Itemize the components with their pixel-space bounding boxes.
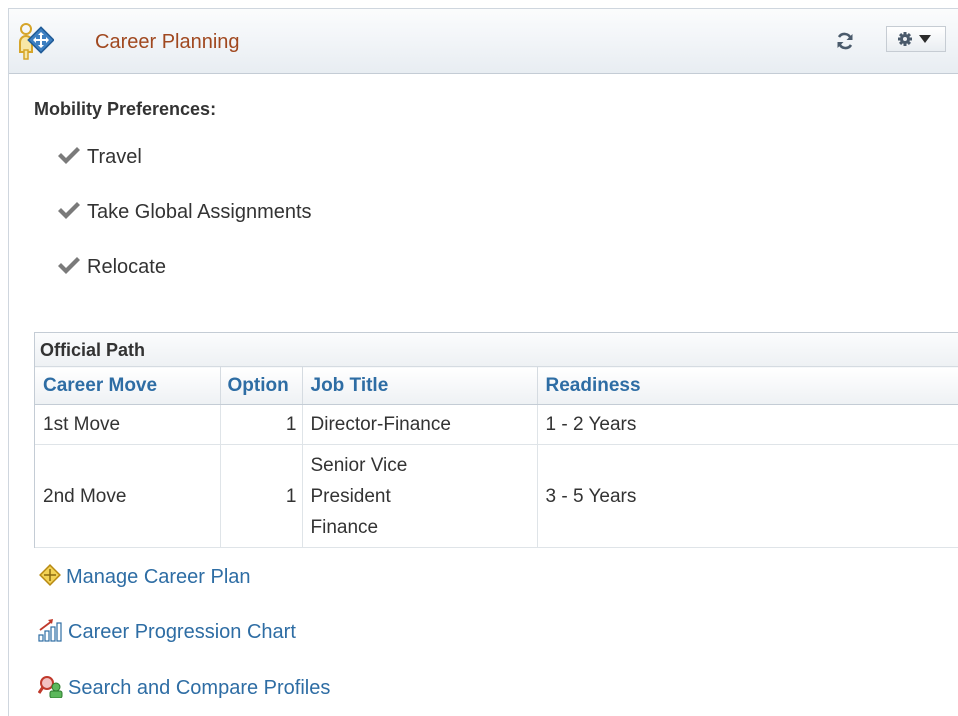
search-compare-profiles-link[interactable]: Search and Compare Profiles — [38, 674, 330, 700]
mobility-item-global-assignments: Take Global Assignments — [57, 201, 312, 224]
career-progression-chart-link[interactable]: Career Progression Chart — [38, 618, 296, 644]
official-path-grid: Official Path Career Move Option Job Tit… — [34, 332, 958, 548]
job-title-cell: Senior Vice President Finance — [302, 444, 538, 548]
compare-profiles-icon — [38, 676, 63, 698]
readiness-cell: 1 - 2 Years — [537, 404, 958, 445]
checkmark-icon — [58, 147, 80, 164]
career-move-cell: 1st Move — [35, 404, 221, 445]
table-row: 1st Move 1 Director-Finance 1 - 2 Years — [35, 404, 958, 445]
column-header-job-title[interactable]: Job Title — [302, 366, 538, 405]
option-cell: 1 — [220, 444, 303, 548]
job-title-line: Senior Vice — [310, 454, 408, 476]
checkmark-icon — [58, 257, 80, 274]
pagelet-header: Career Planning — [9, 9, 958, 74]
settings-menu-button[interactable] — [886, 26, 946, 52]
refresh-icon[interactable] — [835, 31, 855, 51]
mobility-item-travel: Travel — [57, 146, 142, 169]
career-move-cell: 2nd Move — [35, 444, 221, 548]
table-row: 2nd Move 1 Senior Vice President Finance… — [35, 444, 958, 548]
career-planning-pagelet: Career Planning Mobility Preferences: Tr… — [8, 8, 958, 716]
chevron-down-icon — [919, 35, 931, 43]
option-cell: 1 — [220, 404, 303, 445]
mobility-preferences-label: Mobility Preferences: — [34, 99, 217, 119]
manage-career-plan-link[interactable]: Manage Career Plan — [38, 563, 251, 589]
job-title-line: President — [310, 485, 391, 507]
career-plan-icon — [39, 564, 61, 586]
job-title-cell: Director-Finance — [302, 404, 538, 445]
readiness-cell: 3 - 5 Years — [537, 444, 958, 548]
column-header-readiness[interactable]: Readiness — [537, 366, 958, 405]
official-path-title: Official Path — [35, 333, 958, 366]
mobility-item-relocate: Relocate — [57, 256, 166, 279]
career-planning-icon — [19, 23, 54, 60]
progression-chart-icon — [38, 619, 62, 642]
column-header-option[interactable]: Option — [220, 366, 303, 405]
column-header-career-move[interactable]: Career Move — [35, 366, 221, 405]
job-title-line: Finance — [310, 516, 379, 538]
official-path-table: Career Move Option Job Title Readiness 1… — [35, 366, 958, 548]
checkmark-icon — [58, 202, 80, 219]
pagelet-title: Career Planning — [95, 31, 240, 53]
gear-icon — [898, 32, 931, 46]
